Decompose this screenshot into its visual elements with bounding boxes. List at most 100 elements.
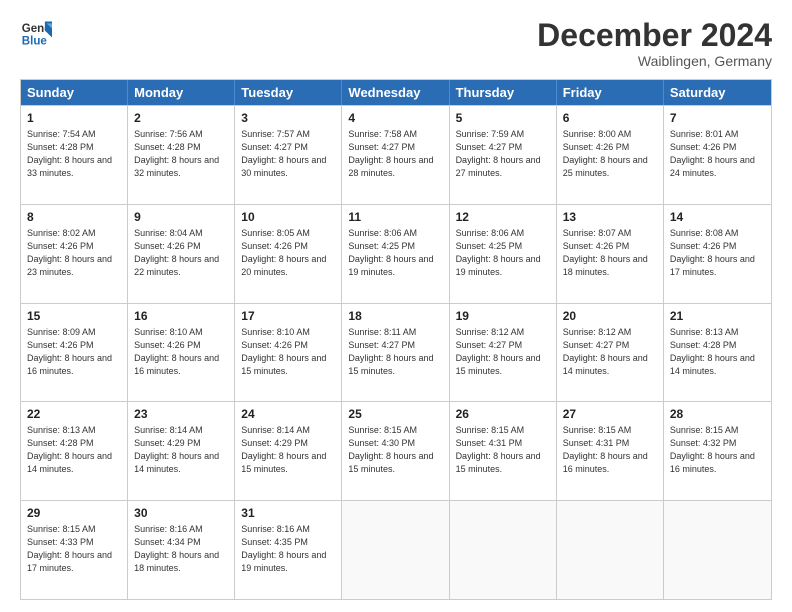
cell-info-27: Sunrise: 8:15 AMSunset: 4:31 PMDaylight:… <box>563 424 657 476</box>
day-number-24: 24 <box>241 406 335 423</box>
cal-cell-w1-d2: 2Sunrise: 7:56 AMSunset: 4:28 PMDaylight… <box>128 106 235 204</box>
calendar-body: 1Sunrise: 7:54 AMSunset: 4:28 PMDaylight… <box>21 105 771 599</box>
cell-info-6: Sunrise: 8:00 AMSunset: 4:26 PMDaylight:… <box>563 128 657 180</box>
cal-cell-w3-d3: 17Sunrise: 8:10 AMSunset: 4:26 PMDayligh… <box>235 304 342 402</box>
cal-cell-w5-d3: 31Sunrise: 8:16 AMSunset: 4:35 PMDayligh… <box>235 501 342 599</box>
month-title: December 2024 <box>537 18 772 53</box>
svg-text:Blue: Blue <box>22 36 48 48</box>
cal-cell-w2-d3: 10Sunrise: 8:05 AMSunset: 4:26 PMDayligh… <box>235 205 342 303</box>
day-number-25: 25 <box>348 406 442 423</box>
calendar-header: Sunday Monday Tuesday Wednesday Thursday… <box>21 80 771 105</box>
cal-cell-w2-d4: 11Sunrise: 8:06 AMSunset: 4:25 PMDayligh… <box>342 205 449 303</box>
cell-info-29: Sunrise: 8:15 AMSunset: 4:33 PMDaylight:… <box>27 523 121 575</box>
day-number-12: 12 <box>456 209 550 226</box>
cell-info-9: Sunrise: 8:04 AMSunset: 4:26 PMDaylight:… <box>134 227 228 279</box>
cal-cell-w4-d4: 25Sunrise: 8:15 AMSunset: 4:30 PMDayligh… <box>342 402 449 500</box>
cal-cell-w4-d7: 28Sunrise: 8:15 AMSunset: 4:32 PMDayligh… <box>664 402 771 500</box>
page: General Blue December 2024 Waiblingen, G… <box>0 0 792 612</box>
cell-info-2: Sunrise: 7:56 AMSunset: 4:28 PMDaylight:… <box>134 128 228 180</box>
cell-info-12: Sunrise: 8:06 AMSunset: 4:25 PMDaylight:… <box>456 227 550 279</box>
cell-info-25: Sunrise: 8:15 AMSunset: 4:30 PMDaylight:… <box>348 424 442 476</box>
day-number-1: 1 <box>27 110 121 127</box>
cell-info-3: Sunrise: 7:57 AMSunset: 4:27 PMDaylight:… <box>241 128 335 180</box>
generalblue-logo-icon: General Blue <box>20 18 52 50</box>
cal-cell-w5-d5 <box>450 501 557 599</box>
week-row-2: 8Sunrise: 8:02 AMSunset: 4:26 PMDaylight… <box>21 204 771 303</box>
cell-info-5: Sunrise: 7:59 AMSunset: 4:27 PMDaylight:… <box>456 128 550 180</box>
cell-info-10: Sunrise: 8:05 AMSunset: 4:26 PMDaylight:… <box>241 227 335 279</box>
day-number-19: 19 <box>456 308 550 325</box>
cell-info-28: Sunrise: 8:15 AMSunset: 4:32 PMDaylight:… <box>670 424 765 476</box>
day-number-13: 13 <box>563 209 657 226</box>
cell-info-24: Sunrise: 8:14 AMSunset: 4:29 PMDaylight:… <box>241 424 335 476</box>
day-number-20: 20 <box>563 308 657 325</box>
cal-cell-w1-d6: 6Sunrise: 8:00 AMSunset: 4:26 PMDaylight… <box>557 106 664 204</box>
week-row-5: 29Sunrise: 8:15 AMSunset: 4:33 PMDayligh… <box>21 500 771 599</box>
calendar: Sunday Monday Tuesday Wednesday Thursday… <box>20 79 772 600</box>
day-number-14: 14 <box>670 209 765 226</box>
day-number-11: 11 <box>348 209 442 226</box>
cal-cell-w1-d4: 4Sunrise: 7:58 AMSunset: 4:27 PMDaylight… <box>342 106 449 204</box>
day-number-6: 6 <box>563 110 657 127</box>
cal-cell-w1-d3: 3Sunrise: 7:57 AMSunset: 4:27 PMDaylight… <box>235 106 342 204</box>
cal-cell-w2-d2: 9Sunrise: 8:04 AMSunset: 4:26 PMDaylight… <box>128 205 235 303</box>
cell-info-8: Sunrise: 8:02 AMSunset: 4:26 PMDaylight:… <box>27 227 121 279</box>
cal-cell-w3-d6: 20Sunrise: 8:12 AMSunset: 4:27 PMDayligh… <box>557 304 664 402</box>
week-row-3: 15Sunrise: 8:09 AMSunset: 4:26 PMDayligh… <box>21 303 771 402</box>
cell-info-21: Sunrise: 8:13 AMSunset: 4:28 PMDaylight:… <box>670 326 765 378</box>
day-number-18: 18 <box>348 308 442 325</box>
header-sunday: Sunday <box>21 80 128 105</box>
cal-cell-w3-d4: 18Sunrise: 8:11 AMSunset: 4:27 PMDayligh… <box>342 304 449 402</box>
cal-cell-w2-d7: 14Sunrise: 8:08 AMSunset: 4:26 PMDayligh… <box>664 205 771 303</box>
cal-cell-w5-d4 <box>342 501 449 599</box>
cell-info-20: Sunrise: 8:12 AMSunset: 4:27 PMDaylight:… <box>563 326 657 378</box>
day-number-15: 15 <box>27 308 121 325</box>
cal-cell-w2-d1: 8Sunrise: 8:02 AMSunset: 4:26 PMDaylight… <box>21 205 128 303</box>
cell-info-31: Sunrise: 8:16 AMSunset: 4:35 PMDaylight:… <box>241 523 335 575</box>
cal-cell-w5-d2: 30Sunrise: 8:16 AMSunset: 4:34 PMDayligh… <box>128 501 235 599</box>
cal-cell-w4-d3: 24Sunrise: 8:14 AMSunset: 4:29 PMDayligh… <box>235 402 342 500</box>
cal-cell-w5-d7 <box>664 501 771 599</box>
day-number-28: 28 <box>670 406 765 423</box>
day-number-30: 30 <box>134 505 228 522</box>
cal-cell-w5-d6 <box>557 501 664 599</box>
cell-info-23: Sunrise: 8:14 AMSunset: 4:29 PMDaylight:… <box>134 424 228 476</box>
title-block: December 2024 Waiblingen, Germany <box>537 18 772 69</box>
cal-cell-w2-d6: 13Sunrise: 8:07 AMSunset: 4:26 PMDayligh… <box>557 205 664 303</box>
header-friday: Friday <box>557 80 664 105</box>
day-number-3: 3 <box>241 110 335 127</box>
day-number-2: 2 <box>134 110 228 127</box>
logo: General Blue <box>20 18 52 50</box>
cell-info-13: Sunrise: 8:07 AMSunset: 4:26 PMDaylight:… <box>563 227 657 279</box>
subtitle: Waiblingen, Germany <box>537 53 772 69</box>
week-row-1: 1Sunrise: 7:54 AMSunset: 4:28 PMDaylight… <box>21 105 771 204</box>
day-number-26: 26 <box>456 406 550 423</box>
cell-info-26: Sunrise: 8:15 AMSunset: 4:31 PMDaylight:… <box>456 424 550 476</box>
cal-cell-w4-d1: 22Sunrise: 8:13 AMSunset: 4:28 PMDayligh… <box>21 402 128 500</box>
cal-cell-w3-d7: 21Sunrise: 8:13 AMSunset: 4:28 PMDayligh… <box>664 304 771 402</box>
cal-cell-w1-d1: 1Sunrise: 7:54 AMSunset: 4:28 PMDaylight… <box>21 106 128 204</box>
day-number-31: 31 <box>241 505 335 522</box>
week-row-4: 22Sunrise: 8:13 AMSunset: 4:28 PMDayligh… <box>21 401 771 500</box>
day-number-27: 27 <box>563 406 657 423</box>
day-number-7: 7 <box>670 110 765 127</box>
header-thursday: Thursday <box>450 80 557 105</box>
day-number-21: 21 <box>670 308 765 325</box>
cal-cell-w4-d6: 27Sunrise: 8:15 AMSunset: 4:31 PMDayligh… <box>557 402 664 500</box>
day-number-9: 9 <box>134 209 228 226</box>
cell-info-19: Sunrise: 8:12 AMSunset: 4:27 PMDaylight:… <box>456 326 550 378</box>
cal-cell-w3-d5: 19Sunrise: 8:12 AMSunset: 4:27 PMDayligh… <box>450 304 557 402</box>
cell-info-17: Sunrise: 8:10 AMSunset: 4:26 PMDaylight:… <box>241 326 335 378</box>
cal-cell-w3-d2: 16Sunrise: 8:10 AMSunset: 4:26 PMDayligh… <box>128 304 235 402</box>
day-number-5: 5 <box>456 110 550 127</box>
cell-info-1: Sunrise: 7:54 AMSunset: 4:28 PMDaylight:… <box>27 128 121 180</box>
day-number-16: 16 <box>134 308 228 325</box>
cal-cell-w4-d2: 23Sunrise: 8:14 AMSunset: 4:29 PMDayligh… <box>128 402 235 500</box>
day-number-29: 29 <box>27 505 121 522</box>
cell-info-15: Sunrise: 8:09 AMSunset: 4:26 PMDaylight:… <box>27 326 121 378</box>
cal-cell-w4-d5: 26Sunrise: 8:15 AMSunset: 4:31 PMDayligh… <box>450 402 557 500</box>
cal-cell-w1-d7: 7Sunrise: 8:01 AMSunset: 4:26 PMDaylight… <box>664 106 771 204</box>
cell-info-22: Sunrise: 8:13 AMSunset: 4:28 PMDaylight:… <box>27 424 121 476</box>
day-number-22: 22 <box>27 406 121 423</box>
day-number-23: 23 <box>134 406 228 423</box>
